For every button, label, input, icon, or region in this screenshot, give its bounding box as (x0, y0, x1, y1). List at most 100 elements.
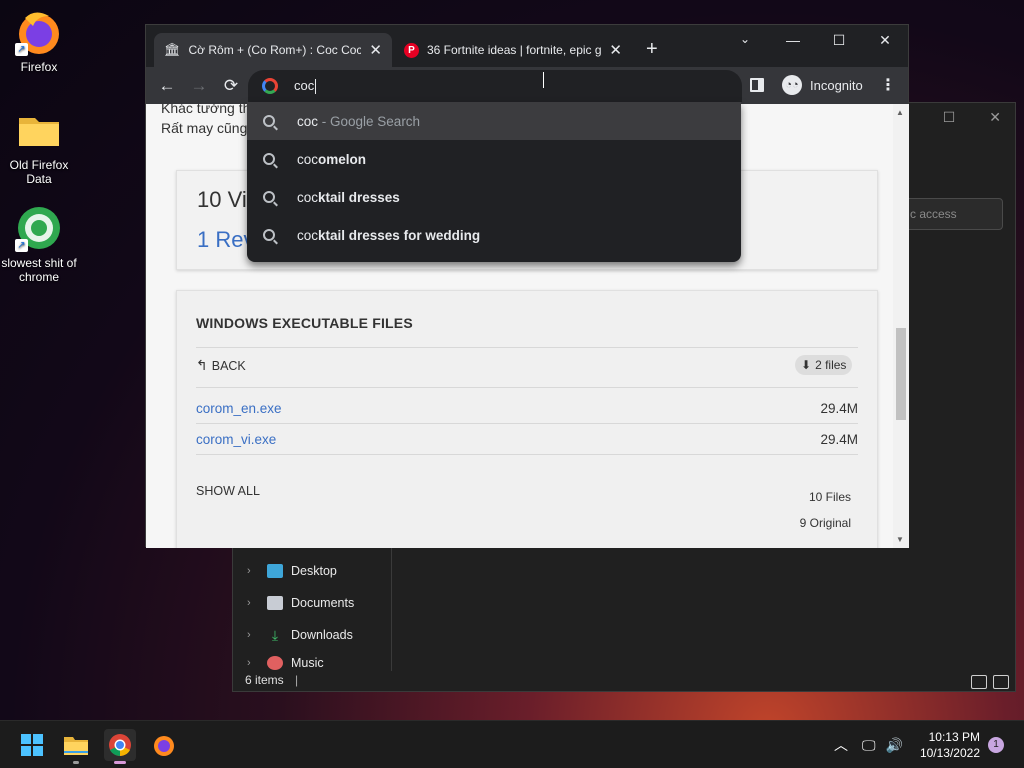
file-link[interactable]: corom_vi.exe (196, 432, 276, 447)
chrome-icon (109, 734, 131, 757)
taskbar-file-explorer[interactable] (60, 729, 92, 764)
page-scrollbar[interactable]: ▲ ▼ (893, 104, 909, 548)
search-icon (263, 229, 275, 241)
review-count-heading: 10 Vi (197, 187, 247, 212)
original-count: 9 Original (799, 516, 851, 530)
files-card: WINDOWS EXECUTABLE FILES ↰ BACK ⬇ 2 file… (176, 290, 878, 548)
music-folder-icon (267, 656, 283, 670)
nav-item-downloads[interactable]: › ⤓ Downloads (247, 624, 353, 646)
shortcut-arrow-icon: ↗ (15, 43, 28, 56)
side-panel-icon[interactable] (750, 78, 764, 92)
scroll-down-icon[interactable]: ▼ (896, 535, 904, 544)
chevron-right-icon[interactable]: › (247, 629, 259, 641)
details-view-icon[interactable] (971, 675, 987, 689)
start-button[interactable] (16, 729, 48, 761)
divider (196, 454, 858, 455)
file-link[interactable]: corom_en.exe (196, 401, 282, 416)
tab-title: 36 Fortnite ideas | fortnite, epic g (427, 43, 602, 57)
desktop-icon-label: Firefox (20, 60, 58, 74)
firefox-icon: ↗ (15, 8, 63, 56)
incognito-label: Incognito (810, 77, 863, 93)
scrollbar-thumb[interactable] (896, 328, 906, 420)
forward-button[interactable]: → (187, 74, 211, 98)
shortcut-arrow-icon: ↗ (15, 239, 28, 252)
new-tab-button[interactable]: + (646, 38, 658, 61)
tab-fortnite[interactable]: P 36 Fortnite ideas | fortnite, epic g ✕ (394, 33, 632, 67)
section-heading: WINDOWS EXECUTABLE FILES (196, 315, 413, 331)
clock-date: 10/13/2022 (919, 746, 980, 760)
maximize-button[interactable]: ☐ (816, 25, 862, 55)
google-icon (262, 78, 278, 94)
network-icon[interactable]: 🖵 (862, 737, 876, 754)
nav-item-documents[interactable]: › Documents (247, 592, 354, 614)
chevron-up-icon[interactable]: ︿ (834, 735, 848, 755)
back-link[interactable]: ↰ BACK (196, 357, 246, 374)
nav-pane-divider (391, 547, 392, 671)
incognito-indicator[interactable]: ◔◔ Incognito (778, 71, 875, 99)
close-window-button[interactable]: ✕ (862, 25, 908, 55)
back-arrow-icon: ↰ (196, 357, 208, 373)
file-row: corom_vi.exe 29.4M (196, 424, 858, 454)
suggestion-item[interactable]: cocktail dresses (247, 178, 741, 216)
desktop-icon-old-firefox-data[interactable]: Old Firefox Data (0, 106, 78, 186)
chevron-right-icon[interactable]: › (247, 657, 259, 669)
close-tab-icon[interactable]: ✕ (369, 41, 382, 59)
explorer-search-input[interactable]: c access (903, 198, 1003, 230)
taskbar-chrome[interactable] (104, 729, 136, 764)
show-all-link[interactable]: SHOW ALL (196, 484, 260, 498)
suggestion-item[interactable]: cocomelon (247, 140, 741, 178)
close-tab-icon[interactable]: ✕ (609, 41, 622, 59)
incognito-icon: ◔◔ (782, 75, 802, 95)
chrome-shortcut-icon: ↗ (15, 204, 63, 252)
desktop-icon-label: Old Firefox Data (9, 158, 69, 186)
pinterest-icon: P (404, 42, 419, 58)
suggestion-item[interactable]: cocktail dresses for wedding (247, 216, 741, 254)
nav-item-label: Documents (291, 596, 355, 610)
suggestion-text: coc - Google Search (297, 113, 421, 129)
nav-item-label: Music (291, 656, 324, 670)
chrome-menu-button[interactable]: ⋮ (880, 75, 896, 95)
taskbar-firefox[interactable] (148, 729, 180, 761)
review-link[interactable]: 1 Rev (197, 227, 254, 253)
suggestion-text: cocktail dresses for wedding (297, 227, 481, 243)
desktop-folder-icon (267, 564, 283, 578)
address-bar[interactable]: coc (248, 70, 742, 102)
nav-item-music[interactable]: › Music (247, 656, 324, 670)
back-button[interactable]: ← (155, 74, 179, 98)
tab-corom[interactable]: 🏛 Cờ Rôm + (Co Rom+) : Coc Coc ( ✕ (154, 33, 392, 67)
chevron-right-icon[interactable]: › (247, 565, 259, 577)
files-badge-label: 2 files (815, 358, 847, 372)
nav-item-label: Desktop (291, 564, 337, 578)
intro-line: Khác tưởng th (161, 104, 251, 116)
desktop-icon-label: slowest shit of chrome (1, 256, 77, 284)
search-icon (263, 153, 275, 165)
chevron-right-icon[interactable]: › (247, 597, 259, 609)
clock[interactable]: 10:13 PM 10/13/2022 (910, 729, 980, 761)
divider (196, 387, 858, 388)
desktop-icon-chrome-shortcut[interactable]: ↗ slowest shit of chrome (0, 204, 78, 284)
taskbar: ︿ 🖵 🔊 10:13 PM 10/13/2022 1 (0, 720, 1024, 768)
system-tray: ︿ 🖵 🔊 (834, 721, 903, 768)
scroll-up-icon[interactable]: ▲ (896, 108, 904, 117)
explorer-window-controls: ☐ ✕ (943, 109, 1001, 126)
notification-badge[interactable]: 1 (988, 737, 1004, 753)
files-badge[interactable]: ⬇ 2 files (795, 355, 853, 375)
suggestion-item[interactable]: coc - Google Search (247, 102, 741, 140)
tab-search-button[interactable]: ⌄ (740, 32, 750, 46)
reload-button[interactable]: ⟳ (219, 74, 243, 98)
close-icon[interactable]: ✕ (989, 109, 1001, 126)
page-intro-text: Khác tưởng th Rất may cũng (161, 104, 250, 138)
volume-icon[interactable]: 🔊 (886, 737, 903, 754)
tab-strip: 🏛 Cờ Rôm + (Co Rom+) : Coc Coc ( ✕ P 36 … (146, 25, 908, 67)
tiles-view-icon[interactable] (993, 675, 1009, 689)
file-size: 29.4M (820, 431, 858, 447)
desktop-icon-firefox[interactable]: ↗ Firefox (0, 8, 78, 74)
window-controls: — ☐ ✕ (770, 25, 908, 55)
address-input[interactable]: coc (294, 78, 317, 95)
minimize-button[interactable]: — (770, 25, 816, 55)
windows-logo-icon (21, 734, 43, 756)
maximize-icon[interactable]: ☐ (943, 109, 956, 126)
suggestion-text: cocktail dresses (297, 189, 400, 205)
nav-item-desktop[interactable]: › Desktop (247, 560, 337, 582)
search-icon (263, 115, 275, 127)
